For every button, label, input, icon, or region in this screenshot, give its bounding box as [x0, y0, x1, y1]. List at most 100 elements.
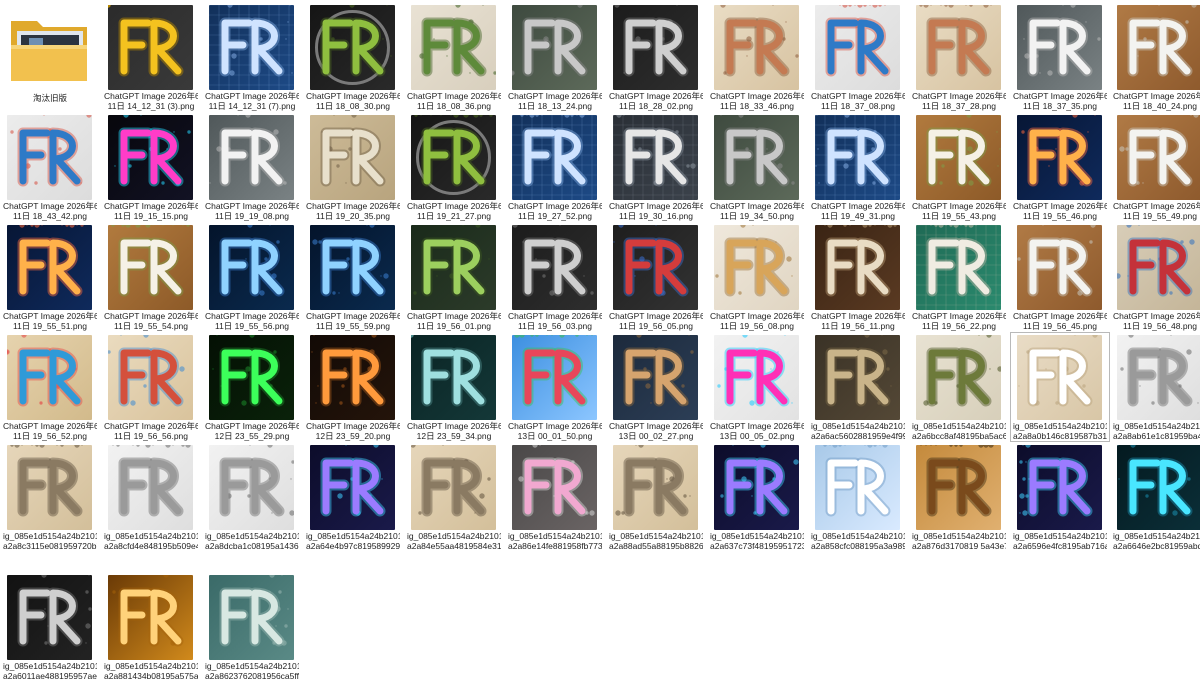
image-thumbnail [310, 445, 395, 530]
file-name-line2: a2a6ac5602881959e4f9968a6bb0899.png [811, 431, 905, 441]
file-name: ChatGPT Image 2026年6月 11日 19_20_35.png [306, 201, 400, 221]
file-item[interactable]: ChatGPT Image 2026年6月 13日 00_05_02.png [707, 332, 807, 442]
file-item[interactable]: ig_085e1d5154a24b21016 a2a881434b08195a57… [101, 572, 201, 682]
file-item[interactable]: ChatGPT Image 2026年6月 11日 19_56_52.png [0, 332, 100, 442]
file-item[interactable]: ChatGPT Image 2026年6月 11日 19_56_01.png [404, 222, 504, 332]
file-item[interactable]: ChatGPT Image 2026年6月 11日 19_20_35.png [303, 112, 403, 222]
file-item[interactable]: ChatGPT Image 2026年6月 11日 19_56_08.png [707, 222, 807, 332]
file-item[interactable]: ChatGPT Image 2026年6月 13日 00_01_50.png [505, 332, 605, 442]
file-item[interactable]: ChatGPT Image 2026年6月 11日 19_27_52.png [505, 112, 605, 222]
file-name-line1: ig_085e1d5154a24b21016 [710, 531, 804, 541]
file-name-line2: 11日 19_56_03.png [517, 321, 593, 331]
file-item[interactable]: ChatGPT Image 2026年6月 11日 19_49_31.png [808, 112, 908, 222]
file-item[interactable]: ChatGPT Image 2026年6月 11日 19_56_45.png [1010, 222, 1110, 332]
file-item[interactable]: ChatGPT Image 2026年6月 11日 18_08_30.png [303, 2, 403, 112]
file-name-line2: a2a881434b08195a575a83 [104, 671, 198, 681]
file-item[interactable]: ChatGPT Image 2026年6月 11日 19_56_22.png [909, 222, 1009, 332]
file-item[interactable]: ChatGPT Image 2026年6月 11日 19_55_46.png [1010, 112, 1110, 222]
file-item[interactable]: ChatGPT Image 2026年6月 11日 18_43_42.png [0, 112, 100, 222]
file-name-line1: ig_085e1d5154a24b21016 [205, 661, 299, 671]
file-item[interactable]: ChatGPT Image 2026年6月 11日 19_19_08.png [202, 112, 302, 222]
file-item[interactable]: ig_085e1d5154a24b21016 a2a8623762081956ca… [202, 572, 302, 682]
file-item[interactable]: ChatGPT Image 2026年6月 12日 23_59_34.png [404, 332, 504, 442]
file-item[interactable]: ig_085e1d5154a24b21016 a2a84e55aa4819584e… [404, 442, 504, 552]
file-item[interactable]: ChatGPT Image 2026年6月 11日 19_55_43.png [909, 112, 1009, 222]
file-name: ChatGPT Image 2026年6月 11日 19_55_59.png [306, 311, 400, 331]
file-item[interactable]: ChatGPT Image 2026年6月11日 19_55_49.png [1110, 112, 1200, 222]
file-item[interactable]: ig_085e1d5154a24b21016 a2a858cfc088195a3a… [808, 442, 908, 552]
file-name-line2: 11日 19_30_16.png [618, 211, 694, 221]
file-item[interactable]: ig_085e1d5154a24b21016 a2a86e14fe881958fb… [505, 442, 605, 552]
file-name-line1: ig_085e1d5154a24b21016 [104, 661, 198, 671]
file-item[interactable]: ChatGPT Image 2026年6月 12日 23_59_20.png [303, 332, 403, 442]
file-item[interactable]: ChatGPT Image 2026年6月 11日 19_56_03.png [505, 222, 605, 332]
file-item[interactable]: ChatGPT Image 2026年6月 11日 18_08_36.png [404, 2, 504, 112]
file-name: ChatGPT Image 2026年6月 11日 19_56_05.png [609, 311, 703, 331]
file-item[interactable]: ig_085e1d5154a24b21016 a2a6011ae488195957… [0, 572, 100, 682]
image-thumbnail [411, 335, 496, 420]
file-item[interactable]: ChatGPT Image 2026年6月11日 18_40_24.png [1110, 2, 1200, 112]
file-item[interactable]: ChatGPT Image 2026年6月 11日 18_37_28.png [909, 2, 1009, 112]
file-name-line2: a2a8cfd4e848195b509e45865dc55fd.png [104, 541, 198, 551]
image-thumbnail [310, 5, 395, 90]
file-item[interactable]: ChatGPT Image 2026年6月 11日 18_37_35.png [1010, 2, 1110, 112]
file-item[interactable]: ChatGPT Image 2026年6月 13日 00_02_27.png [606, 332, 706, 442]
file-item[interactable]: ChatGPT Image 2026年6月 11日 19_56_11.png [808, 222, 908, 332]
file-item[interactable]: ig_085e1d5154a24b21016 a2a8c3115e08195972… [0, 442, 100, 552]
file-name-line1: ChatGPT Image 2026年6月 [407, 421, 501, 431]
file-item[interactable]: ChatGPT Image 2026年6月 11日 19_21_27.png [404, 112, 504, 222]
file-item[interactable]: ChatGPT Image 2026年6月 11日 19_15_15.png [101, 112, 201, 222]
file-name-line1: ChatGPT Image 2026年6月 [609, 311, 703, 321]
file-name: ChatGPT Image 2026年6月 11日 18_43_42.png [3, 201, 97, 221]
file-item[interactable]: ChatGPT Image 2026年6月 11日 14_12_31 (7).pn… [202, 2, 302, 112]
file-item[interactable]: ig_085e1d5154a24b21016 a2a88ad55a88195b88… [606, 442, 706, 552]
file-name-line1: ChatGPT Image 2026年6月 [306, 91, 400, 101]
file-name-line2: 11日 19_56_05.png [618, 321, 694, 331]
file-item[interactable]: ig_085e1d5154a24b21016a2a8ab61e1c81959ba… [1110, 332, 1200, 442]
file-item[interactable]: ig_085e1d5154a24b21016 a2a8dcba1c08195a14… [202, 442, 302, 552]
file-item[interactable]: ChatGPT Image 2026年6月 11日 18_37_08.png [808, 2, 908, 112]
file-item[interactable]: ChatGPT Image 2026年6月 12日 23_55_29.png [202, 332, 302, 442]
file-name-line1: ChatGPT Image 2026年6月 [811, 201, 905, 211]
file-name-line1: ChatGPT Image 2026年6月 [609, 201, 703, 211]
file-item[interactable]: ChatGPT Image 2026年6月 11日 18_28_02.png [606, 2, 706, 112]
file-name: ChatGPT Image 2026年6月 11日 18_37_08.png [811, 91, 905, 111]
file-name: ChatGPT Image 2026年6月 13日 00_05_02.png [710, 421, 804, 441]
file-item[interactable]: ChatGPT Image 2026年6月 11日 19_56_05.png [606, 222, 706, 332]
image-thumbnail [916, 115, 1001, 200]
file-item[interactable]: ig_085e1d5154a24b21016 a2a6bcc8af48195ba5… [909, 332, 1009, 442]
file-item[interactable]: ig_085e1d5154a24b21016 a2a637c73f48195951… [707, 442, 807, 552]
folder-item[interactable]: 淘汰旧版 [0, 2, 100, 112]
file-name: ig_085e1d5154a24b21016 a2a8c3115e08195972… [3, 531, 97, 551]
file-name-line2: 11日 18_37_08.png [820, 101, 896, 111]
file-item[interactable]: ig_085e1d5154a24b21016 a2a6596e4fc8195ab7… [1010, 442, 1110, 552]
file-item[interactable]: ig_085e1d5154a24b21016a2a6646e2bc81959ab… [1110, 442, 1200, 552]
file-item[interactable]: ig_085e1d5154a24b21016 a2a876d3170819 5a4… [909, 442, 1009, 552]
file-item[interactable]: ig_085e1d5154a24b21016 a2a64e4b97c8195899… [303, 442, 403, 552]
file-name: ig_085e1d5154a24b21016 a2a881434b08195a57… [104, 661, 198, 681]
image-thumbnail [1017, 445, 1102, 530]
image-thumbnail [613, 5, 698, 90]
file-item[interactable]: ig_085e1d5154a24b21016 a2a8cfd4e848195b50… [101, 442, 201, 552]
image-thumbnail [411, 225, 496, 310]
file-item[interactable]: ChatGPT Image 2026年6月 11日 14_12_31 (3).pn… [101, 2, 201, 112]
file-name-line1: ChatGPT Image 2026年6月 [912, 201, 1006, 211]
file-item[interactable]: ig_085e1d5154a24b21016 a2a8a0b146c819587b… [1010, 332, 1110, 442]
file-item[interactable]: ig_085e1d5154a24b21016 a2a6ac5602881959e4… [808, 332, 908, 442]
file-item[interactable]: ChatGPT Image 2026年6月 11日 19_55_54.png [101, 222, 201, 332]
file-name-line2: a2a6bcc8af48195ba5ac65dd8f288e6.png [912, 431, 1006, 441]
file-item[interactable]: ChatGPT Image 2026年6月 11日 19_55_51.png [0, 222, 100, 332]
file-item[interactable]: ChatGPT Image 2026年6月 11日 19_30_16.png [606, 112, 706, 222]
file-name-line2: 11日 19_34_50.png [719, 211, 795, 221]
file-item[interactable]: ChatGPT Image 2026年6月 11日 19_56_56.png [101, 332, 201, 442]
file-item[interactable]: ChatGPT Image 2026年6月 11日 19_55_56.png [202, 222, 302, 332]
file-item[interactable]: ChatGPT Image 2026年6月 11日 19_55_59.png [303, 222, 403, 332]
file-item[interactable]: ChatGPT Image 2026年6月 11日 18_33_46.png [707, 2, 807, 112]
file-name-line1: ChatGPT Image 2026年6月 [508, 201, 602, 211]
file-item[interactable]: ChatGPT Image 2026年6月 11日 19_34_50.png [707, 112, 807, 222]
file-item[interactable]: ChatGPT Image 2026年6月11日 19_56_48.png [1110, 222, 1200, 332]
file-name-line2: a2a8a0b146c819587b3126476d4018f.png [1013, 431, 1107, 441]
image-thumbnail [613, 225, 698, 310]
file-item[interactable]: ChatGPT Image 2026年6月 11日 18_13_24.png [505, 2, 605, 112]
file-name-line2: 11日 19_55_46.png [1022, 211, 1098, 221]
